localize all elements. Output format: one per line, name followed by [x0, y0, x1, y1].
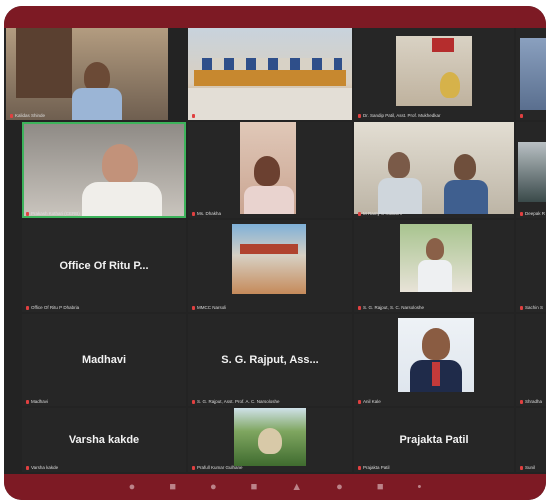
participant-display-name: Madhavi [81, 354, 126, 367]
conference-table [194, 70, 346, 86]
mic-muted-icon [192, 114, 195, 118]
mic-muted-icon [26, 465, 29, 470]
participant-name: Sunil [525, 465, 536, 470]
share-icon[interactable]: ▲ [291, 481, 302, 493]
participant-figure [454, 154, 476, 180]
participant-figure [102, 144, 138, 184]
title-bar [4, 6, 546, 28]
name-tile[interactable]: S. G. Rajput, Ass... S. G. Rajput, Asst.… [188, 314, 352, 406]
more-icon[interactable]: • [417, 481, 421, 493]
mic-muted-icon [358, 465, 361, 470]
name-tile[interactable]: Shradha [516, 314, 546, 406]
video-tile[interactable]: S. G. Rajput, S. C. Narsoloshe [354, 220, 514, 312]
video-tile-active-speaker[interactable]: Prakash Kothari (CERB) [22, 122, 186, 218]
participant-name: Prakash Kothari (CERB) [31, 211, 80, 216]
video-tile[interactable]: Kalidas Shinde [6, 28, 168, 120]
video-tile[interactable]: M Ramy C Kulkarni [354, 122, 514, 218]
mic-muted-icon [520, 305, 523, 310]
microphone-icon[interactable]: ● [129, 481, 136, 493]
participant-figure [254, 156, 280, 186]
participant-name: Deepak R [525, 211, 546, 216]
mic-muted-icon [358, 211, 361, 216]
video-tile[interactable]: MMCC Narsoli [188, 220, 352, 312]
name-tile[interactable]: Sunil [516, 408, 546, 472]
name-tile[interactable]: Prajakta Patil Prajakta Patil [354, 408, 514, 472]
video-tile[interactable] [188, 28, 352, 120]
participant-name: S. G. Rajput, Asst. Prof. A. C. Narsolos… [197, 399, 280, 404]
mic-muted-icon [192, 465, 195, 470]
college-building [232, 224, 306, 294]
participant-figure [440, 72, 460, 98]
name-tile[interactable]: Sachin S [516, 220, 546, 312]
mic-muted-icon [358, 113, 361, 118]
participant-name: Shradha [525, 399, 543, 404]
participant-name: Ms. Dhakha [197, 211, 222, 216]
participant-name: Prajakta Patil [363, 465, 390, 470]
mic-muted-icon [358, 399, 361, 404]
participant-figure [258, 428, 282, 454]
participant-name: S. G. Rajput, S. C. Narsoloshe [363, 305, 425, 310]
participant-name: Madhavi [31, 399, 49, 404]
name-tile[interactable]: Office Of Ritu P... Office Of Ritu P Dha… [22, 220, 186, 312]
mic-muted-icon [26, 399, 29, 404]
participant-name: Sachin S [525, 305, 544, 310]
mic-muted-icon [10, 113, 13, 118]
mic-muted-icon [192, 399, 195, 404]
participant-name: M Ramy C Kulkarni [363, 211, 402, 216]
name-tile[interactable]: Varsha kakde Varsha kakde [22, 408, 186, 472]
participant-name: Office Of Ritu P Dhabria [31, 305, 80, 310]
participant-name: Prafull Kumar Gulhane [197, 465, 243, 470]
participants-icon[interactable]: ● [210, 481, 217, 493]
wall-panel [16, 28, 72, 98]
video-tile[interactable]: Ms. Dhakha [188, 122, 352, 218]
participant-name: MMCC Narsoli [197, 305, 227, 310]
reactions-icon[interactable]: ■ [377, 481, 384, 493]
chat-icon[interactable]: ■ [251, 481, 258, 493]
mic-muted-icon [520, 465, 523, 470]
participant-figure [422, 328, 450, 360]
video-tile[interactable]: Prafull Kumar Gulhane [188, 408, 352, 472]
participant-display-name: S. G. Rajput, Ass... [221, 354, 319, 367]
mic-muted-icon [520, 399, 523, 404]
participant-name: Dr. Sandip Patil, Asst. Prof. Mukhedkar [363, 113, 441, 118]
video-icon[interactable]: ■ [169, 481, 176, 493]
meeting-controls: ● ■ ● ■ ▲ ● ■ • [4, 474, 546, 500]
mic-muted-icon [358, 305, 361, 310]
participant-display-name: Office Of Ritu P... [59, 260, 149, 273]
participant-display-name: Varsha kakde [68, 434, 140, 446]
video-tile[interactable]: Dr. Sandip Patil, Asst. Prof. Mukhedkar [354, 28, 514, 120]
name-tile[interactable]: Madhavi Madhavi [22, 314, 186, 406]
mic-muted-icon [520, 211, 523, 216]
mic-muted-icon [192, 211, 195, 216]
mic-muted-icon [520, 114, 523, 118]
video-tile[interactable]: Deepak R [516, 122, 546, 218]
participant-name: Anil Kale [363, 399, 381, 404]
participant-figure [388, 152, 410, 178]
participant-name: Kalidas Shinde [15, 113, 46, 118]
mic-muted-icon [26, 305, 29, 310]
video-tile[interactable] [516, 28, 546, 120]
record-icon[interactable]: ● [336, 481, 343, 493]
zoom-window: Kalidas Shinde Dr. Sandip Patil, Asst. P… [4, 6, 546, 500]
participant-figure [426, 238, 444, 260]
mic-muted-icon [26, 211, 29, 216]
mic-muted-icon [192, 305, 195, 310]
video-tile[interactable]: Anil Kale [354, 314, 514, 406]
participant-name: Varsha kakde [31, 465, 59, 470]
participant-display-name: Prajakta Patil [399, 434, 469, 446]
